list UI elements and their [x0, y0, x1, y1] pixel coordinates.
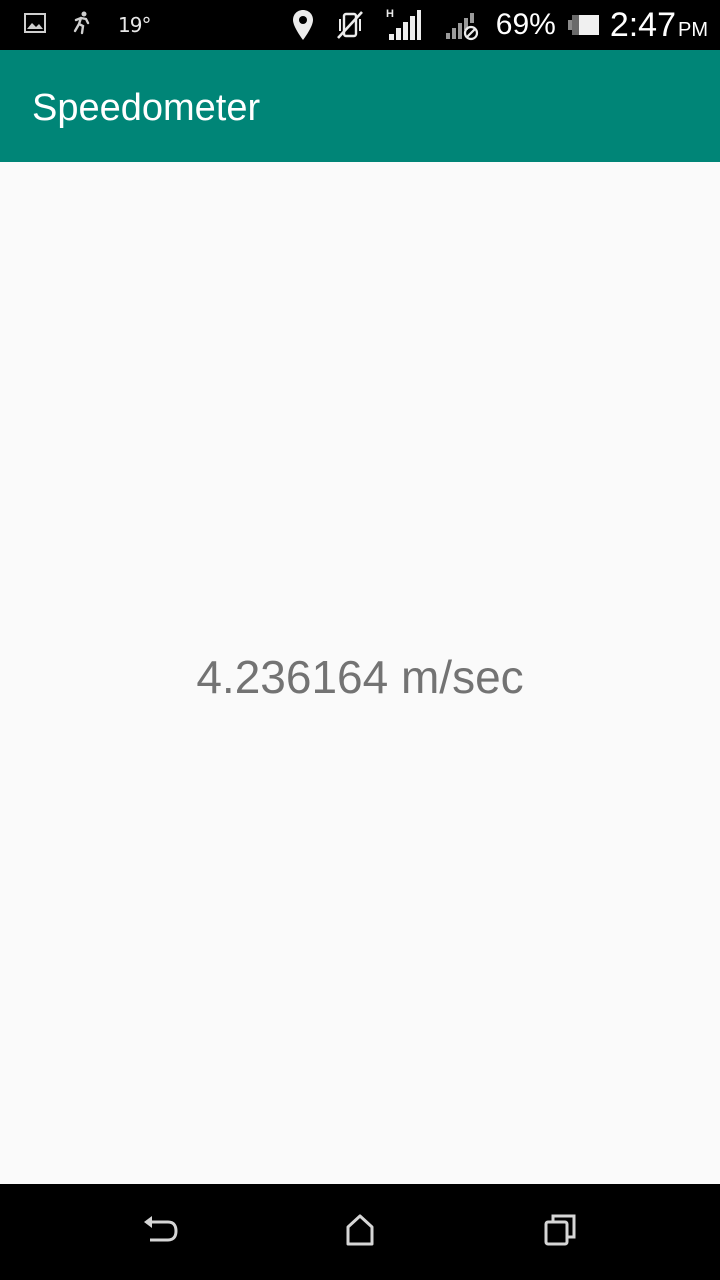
recents-button[interactable]: [536, 1208, 584, 1256]
app-title: Speedometer: [32, 87, 261, 129]
navigation-bar: [0, 1184, 720, 1280]
image-notification-icon: [24, 12, 46, 38]
speed-readout: 4.236164 m/sec: [196, 651, 524, 703]
home-icon: [344, 1213, 376, 1252]
main-content: 4.236164 m/sec: [0, 162, 720, 1184]
network-type-text: H: [386, 8, 394, 20]
app-bar: Speedometer: [0, 50, 720, 162]
notification-area: 19°: [24, 0, 151, 50]
clock-ampm: PM: [678, 18, 708, 41]
clock: 2:47 PM: [610, 6, 708, 45]
status-bar: 19° H 69% 2:47 PM: [0, 0, 720, 50]
temperature-text: 19°: [118, 13, 151, 37]
location-icon: [292, 9, 314, 41]
clock-time: 2:47: [609, 5, 676, 44]
activity-running-icon: [72, 11, 92, 40]
battery-percent-text: 69%: [495, 8, 556, 41]
back-icon: [140, 1213, 180, 1252]
signal-strength-icon: H: [386, 8, 422, 42]
vibrate-off-icon: [336, 10, 364, 40]
back-button[interactable]: [136, 1208, 184, 1256]
system-status-area: H 69% 2:47 PM: [292, 0, 708, 50]
home-button[interactable]: [336, 1208, 384, 1256]
signal-no-sim-icon: [444, 9, 480, 41]
recents-icon: [543, 1213, 577, 1252]
battery-icon: [567, 14, 600, 36]
